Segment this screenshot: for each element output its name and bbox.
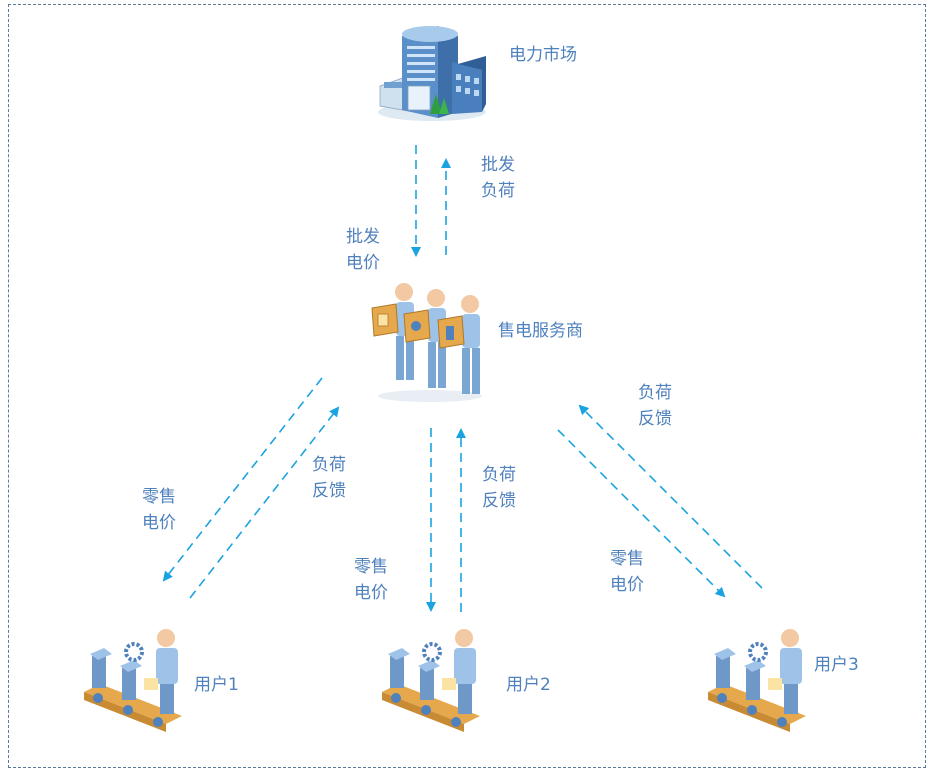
edge-label-retailer-to-user3: 零售 电价 [610, 546, 644, 598]
edge-label-line: 批发 [346, 227, 380, 247]
user2-label: 用户2 [506, 675, 551, 695]
user1-worker-icon [84, 629, 182, 732]
edge-label-line: 反馈 [482, 491, 516, 511]
edge-label-line: 零售 [354, 557, 388, 577]
edge-label-retailer-to-market: 批发 负荷 [481, 152, 515, 204]
edge-label-line: 零售 [142, 487, 176, 507]
edge-label-user3-to-retailer: 负荷 反馈 [638, 380, 672, 432]
edge-label-line: 电价 [142, 513, 176, 533]
edge-label-market-to-retailer: 批发 电价 [346, 224, 380, 276]
edge-label-line: 电价 [346, 253, 380, 273]
user2-worker-icon [382, 629, 480, 732]
edge-label-line: 负荷 [481, 181, 515, 201]
edge-label-retailer-to-user1: 零售 电价 [142, 484, 176, 536]
edge-label-line: 负荷 [482, 465, 516, 485]
edge-label-line: 零售 [610, 549, 644, 569]
edge-label-line: 反馈 [312, 481, 346, 501]
edge-label-line: 电价 [354, 583, 388, 603]
edge-label-line: 批发 [481, 155, 515, 175]
arrow-user3-to-retailer [578, 404, 763, 589]
edge-label-user1-to-retailer: 负荷 反馈 [312, 452, 346, 504]
diagram-canvas: 电力市场 售电服务商 用户1 用户2 用户3 批发 负荷 批发 电价 零售 电价… [0, 0, 933, 777]
edge-label-retailer-to-user2: 零售 电价 [354, 554, 388, 606]
retailer-group-icon [371, 283, 482, 402]
retailer-label: 售电服务商 [498, 321, 583, 341]
user3-label: 用户3 [814, 655, 859, 675]
user3-worker-icon [708, 629, 806, 732]
edge-label-line: 电价 [610, 575, 644, 595]
market-label: 电力市场 [509, 45, 577, 65]
edge-label-line: 负荷 [638, 383, 672, 403]
user1-label: 用户1 [194, 675, 239, 695]
building-icon [378, 26, 486, 121]
edge-label-line: 负荷 [312, 455, 346, 475]
edge-label-line: 反馈 [638, 409, 672, 429]
edge-label-user2-to-retailer: 负荷 反馈 [482, 462, 516, 514]
arrow-retailer-to-user1 [162, 377, 323, 582]
